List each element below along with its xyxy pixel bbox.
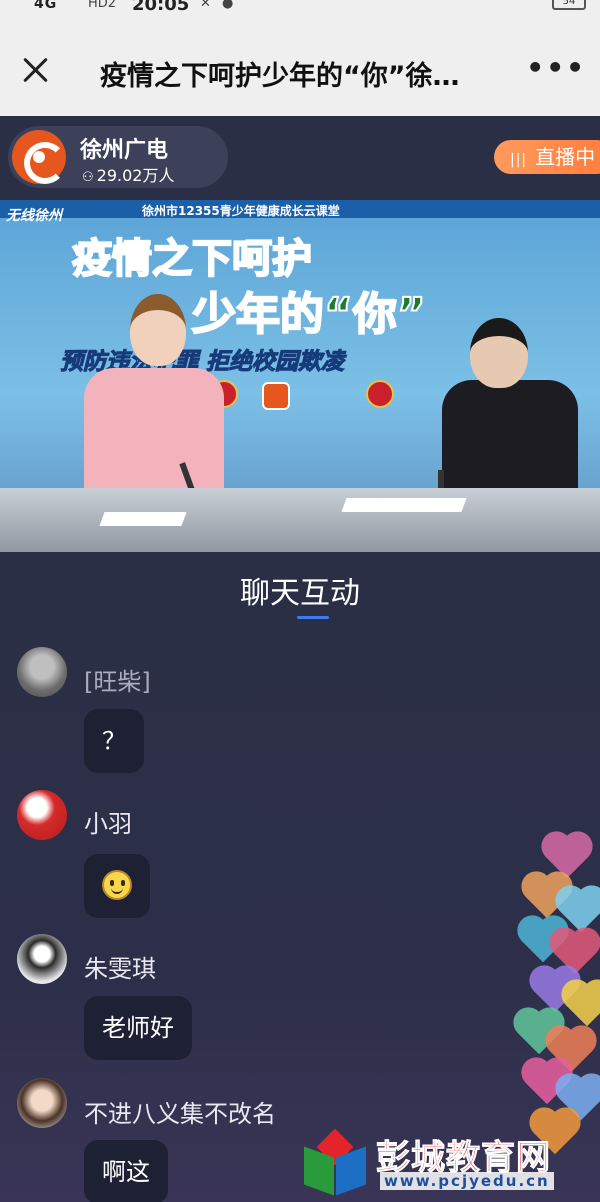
desk-paper bbox=[341, 498, 467, 512]
video-headline-1: 疫情之下呵护 bbox=[71, 235, 313, 283]
equalizer-icon: ||| bbox=[510, 152, 528, 168]
chat-username: 小羽 bbox=[84, 810, 132, 838]
live-header: 徐州广电 ⚇ 29.02万人 ||| 直播中 bbox=[0, 116, 600, 200]
host-right-head bbox=[470, 318, 528, 388]
network-icon: HD2 bbox=[88, 0, 117, 11]
chat-username: 不进八义集不改名 bbox=[84, 1100, 276, 1128]
chat-username: 朱雯琪 bbox=[84, 955, 156, 983]
chat-bubble: 啊这 bbox=[84, 1140, 168, 1202]
video-brand: 无线徐州 bbox=[6, 208, 62, 224]
avatar[interactable] bbox=[17, 1078, 67, 1128]
host-left bbox=[84, 368, 224, 500]
desk-paper bbox=[99, 512, 187, 526]
chat-username: [旺柴] bbox=[84, 668, 151, 696]
close-icon[interactable] bbox=[18, 52, 54, 88]
silent-icon: ✕ bbox=[200, 0, 211, 11]
avatar[interactable] bbox=[17, 647, 67, 697]
tab-chat[interactable]: 聊天互动 bbox=[0, 568, 600, 612]
smile-emoji-icon bbox=[102, 870, 132, 900]
host-left-head bbox=[130, 294, 186, 366]
heart-icon bbox=[565, 983, 600, 1027]
video-player[interactable]: 无线徐州 徐州市12355青少年健康成长云课堂 疫情之下呵护 少年的“你” 预防… bbox=[0, 200, 600, 552]
chat-bubble: 老师好 bbox=[84, 996, 192, 1060]
status-bar: 4G HD2 20:05 ✕ ● 54 bbox=[0, 0, 600, 14]
channel-name: 徐州广电 bbox=[80, 138, 169, 163]
viewer-count: ⚇ 29.02万人 bbox=[82, 162, 174, 186]
live-status-button[interactable]: ||| 直播中 bbox=[494, 140, 600, 174]
video-headline-2: 少年的“你” bbox=[191, 288, 427, 341]
page-title: 疫情之下呵护少年的“你”徐… bbox=[100, 61, 460, 92]
tab-bar: 聊天互动 bbox=[0, 552, 600, 638]
title-bar: 疫情之下呵护少年的“你”徐… ••• bbox=[0, 14, 600, 116]
wechat-icon: ● bbox=[222, 0, 234, 11]
viewer-count-text: 29.02万人 bbox=[96, 166, 175, 185]
live-status-label: 直播中 bbox=[535, 145, 596, 169]
more-icon[interactable]: ••• bbox=[526, 54, 586, 82]
person-icon: ⚇ bbox=[82, 170, 94, 185]
chat-list[interactable]: [旺柴] ？ 小羽 朱雯琪 老师好 不进八义集不改名 啊这 bbox=[0, 638, 600, 1202]
battery-icon: 54 bbox=[552, 0, 586, 10]
book-logo-icon bbox=[302, 1128, 370, 1196]
host-right bbox=[442, 380, 578, 498]
channel-logo bbox=[12, 130, 66, 184]
watermark-url: www.pcjyedu.cn bbox=[380, 1172, 554, 1190]
channel-card[interactable]: 徐州广电 ⚇ 29.02万人 bbox=[8, 126, 228, 188]
status-time: 20:05 bbox=[132, 0, 190, 14]
avatar[interactable] bbox=[17, 934, 67, 984]
studio-desk bbox=[0, 488, 600, 552]
brand-logo-icon bbox=[262, 382, 290, 410]
chat-bubble: ？ bbox=[84, 709, 144, 773]
signal-icon: 4G bbox=[34, 0, 58, 12]
chat-bubble bbox=[84, 854, 150, 918]
tab-underline bbox=[297, 616, 329, 619]
avatar[interactable] bbox=[17, 790, 67, 840]
site-watermark: 彭城教育网 www.pcjyedu.cn bbox=[300, 1126, 600, 1202]
video-subtitle: 徐州市12355青少年健康成长云课堂 bbox=[142, 204, 340, 218]
emblem-icon bbox=[366, 380, 394, 408]
